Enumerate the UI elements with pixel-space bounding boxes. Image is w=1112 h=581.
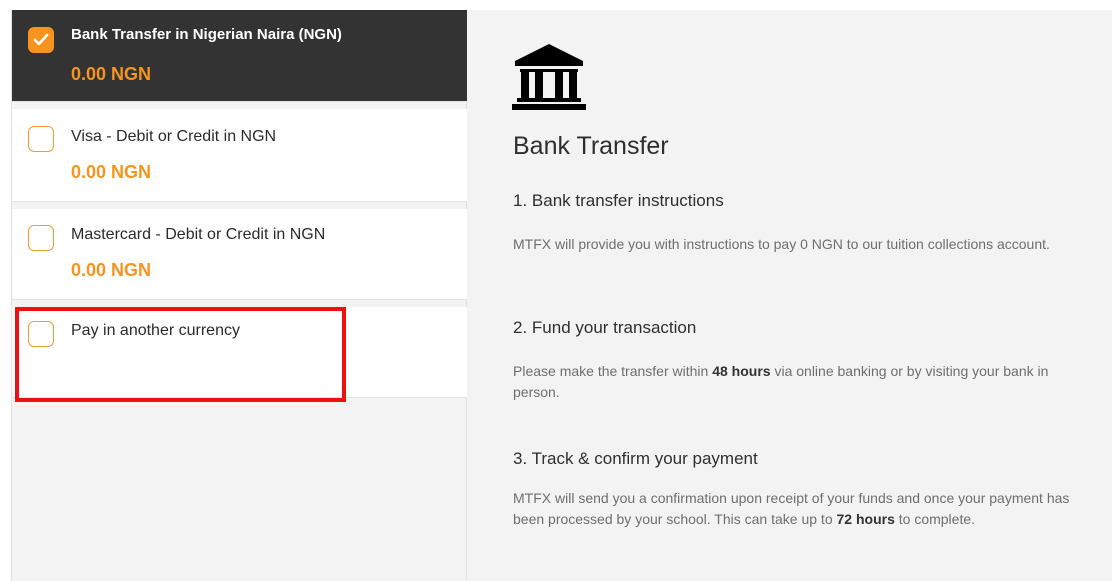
step-2-title: 2. Fund your transaction bbox=[513, 318, 697, 337]
option-label: Bank Transfer in Nigerian Naira (NGN) bbox=[71, 26, 342, 43]
step-3-title: 3. Track & confirm your payment bbox=[513, 449, 758, 468]
step-1-text: MTFX will provide you with instructions … bbox=[513, 236, 1050, 252]
step-3-duration: 72 hours bbox=[836, 511, 895, 527]
option-label: Pay in another currency bbox=[71, 322, 240, 339]
step-1-title: 1. Bank transfer instructions bbox=[513, 191, 724, 210]
payment-option-other-currency[interactable]: Pay in another currency bbox=[12, 307, 468, 398]
checkbox-unchecked[interactable] bbox=[28, 321, 54, 347]
bank-icon bbox=[511, 42, 587, 117]
step-3-text-before: MTFX will send you a confirmation upon r… bbox=[513, 490, 1070, 527]
step-2-duration: 48 hours bbox=[712, 363, 771, 379]
option-label: Mastercard - Debit or Credit in NGN bbox=[71, 226, 326, 243]
option-label: Visa - Debit or Credit in NGN bbox=[71, 128, 277, 145]
option-amount: 0.00 NGN bbox=[71, 162, 152, 182]
payment-method-screen: Bank Transfer in Nigerian Naira (NGN) 0.… bbox=[0, 0, 1112, 581]
checkmark-icon bbox=[33, 33, 49, 46]
payment-options-panel: Bank Transfer in Nigerian Naira (NGN) 0.… bbox=[11, 10, 468, 581]
payment-option-mastercard-ngn[interactable]: Mastercard - Debit or Credit in NGN 0.00… bbox=[12, 209, 468, 300]
step-3-text-after: to complete. bbox=[894, 511, 976, 527]
checkbox-unchecked[interactable] bbox=[28, 225, 54, 251]
step-3-text: MTFX will send you a confirmation upon r… bbox=[513, 488, 1073, 530]
step-2-text-before: Please make the transfer within bbox=[513, 363, 713, 379]
checkbox-unchecked[interactable] bbox=[28, 126, 54, 152]
checkbox-checked[interactable] bbox=[28, 27, 54, 53]
step-2-text: Please make the transfer within 48 hours… bbox=[513, 361, 1073, 403]
payment-option-bank-transfer-ngn[interactable]: Bank Transfer in Nigerian Naira (NGN) 0.… bbox=[12, 10, 468, 102]
option-amount: 0.00 NGN bbox=[71, 260, 152, 280]
option-amount: 0.00 NGN bbox=[71, 64, 152, 84]
detail-title: Bank Transfer bbox=[513, 132, 669, 160]
payment-option-visa-ngn[interactable]: Visa - Debit or Credit in NGN 0.00 NGN bbox=[12, 109, 468, 202]
